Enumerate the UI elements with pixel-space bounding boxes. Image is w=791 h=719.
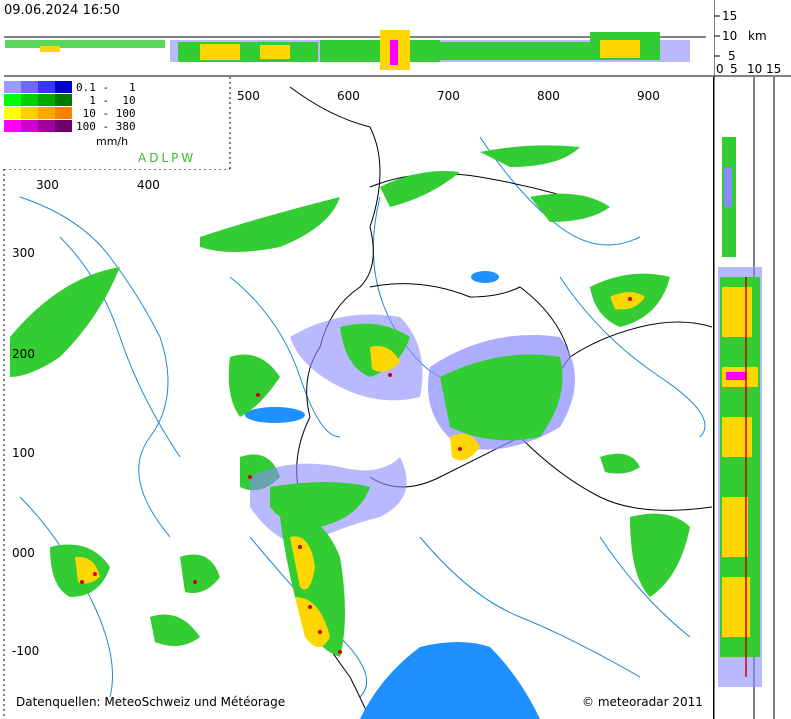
- x-tick-600: 600: [337, 89, 360, 103]
- legend-swatch: [55, 94, 72, 106]
- legend-range-moderate: 1 - 10: [76, 93, 136, 107]
- legend-swatch: [4, 120, 21, 132]
- legend-swatch: [4, 81, 21, 93]
- legend: 0.1 - 1 1 - 10 10 - 100 100 - 380 mm/h A…: [0, 77, 228, 169]
- top-cross-section-svg: [4, 30, 714, 77]
- legend-row-heavy: 10 - 100: [4, 106, 136, 120]
- y-tick-000: 000: [12, 546, 35, 560]
- height-axis: 15 10 km 5 0 5 10 15: [714, 0, 791, 77]
- height-unit: km: [748, 29, 767, 43]
- right-scale-tick-0: 0: [716, 62, 724, 76]
- y-tick-200: 200: [12, 347, 35, 361]
- height-tick-15: 15: [722, 9, 738, 23]
- x-tick-300: 300: [36, 178, 59, 192]
- legend-unit: mm/h: [96, 135, 129, 148]
- legend-row-moderate: 1 - 10: [4, 93, 136, 107]
- legend-row-extreme: 100 - 380: [4, 119, 136, 133]
- legend-swatch: [55, 120, 72, 132]
- right-scale-tick-15: 15: [766, 62, 782, 76]
- right-cross-section-panel: [714, 77, 791, 719]
- x-tick-900: 900: [637, 89, 660, 103]
- y-tick-minus-100: -100: [12, 644, 40, 658]
- legend-range-light: 0.1 - 1: [76, 80, 136, 94]
- copyright: © meteoradar 2011: [582, 695, 703, 709]
- legend-swatch: [55, 81, 72, 93]
- top-cross-section-panel: [0, 0, 714, 77]
- legend-swatch: [38, 120, 55, 132]
- data-source-credit: Datenquellen: MeteoSchweiz und Météorage: [16, 695, 286, 709]
- legend-swatch: [21, 94, 38, 106]
- radar-map-svg: [3, 77, 713, 719]
- y-tick-100: 100: [12, 446, 35, 460]
- legend-row-light: 0.1 - 1: [4, 80, 136, 94]
- radar-map: 0.1 - 1 1 - 10 10 - 100 100 - 380 mm/h A…: [0, 77, 714, 719]
- x-tick-500: 500: [237, 89, 260, 103]
- legend-range-extreme: 100 - 380: [76, 119, 136, 133]
- height-tick-5: 5: [728, 49, 736, 63]
- legend-swatch: [21, 81, 38, 93]
- x-tick-400: 400: [137, 178, 160, 192]
- product-code: ADLPW: [138, 151, 197, 165]
- legend-swatch: [21, 107, 38, 119]
- legend-swatch: [38, 107, 55, 119]
- x-tick-800: 800: [537, 89, 560, 103]
- legend-swatch: [38, 81, 55, 93]
- legend-swatch: [4, 94, 21, 106]
- legend-swatch: [21, 120, 38, 132]
- legend-swatch: [55, 107, 72, 119]
- legend-range-heavy: 10 - 100: [76, 106, 136, 120]
- x-tick-700: 700: [437, 89, 460, 103]
- right-scale-tick-5: 5: [730, 62, 738, 76]
- legend-swatch: [4, 107, 21, 119]
- y-tick-300: 300: [12, 246, 35, 260]
- right-scale-tick-10: 10: [747, 62, 763, 76]
- legend-swatch: [38, 94, 55, 106]
- height-tick-10: 10: [722, 29, 738, 43]
